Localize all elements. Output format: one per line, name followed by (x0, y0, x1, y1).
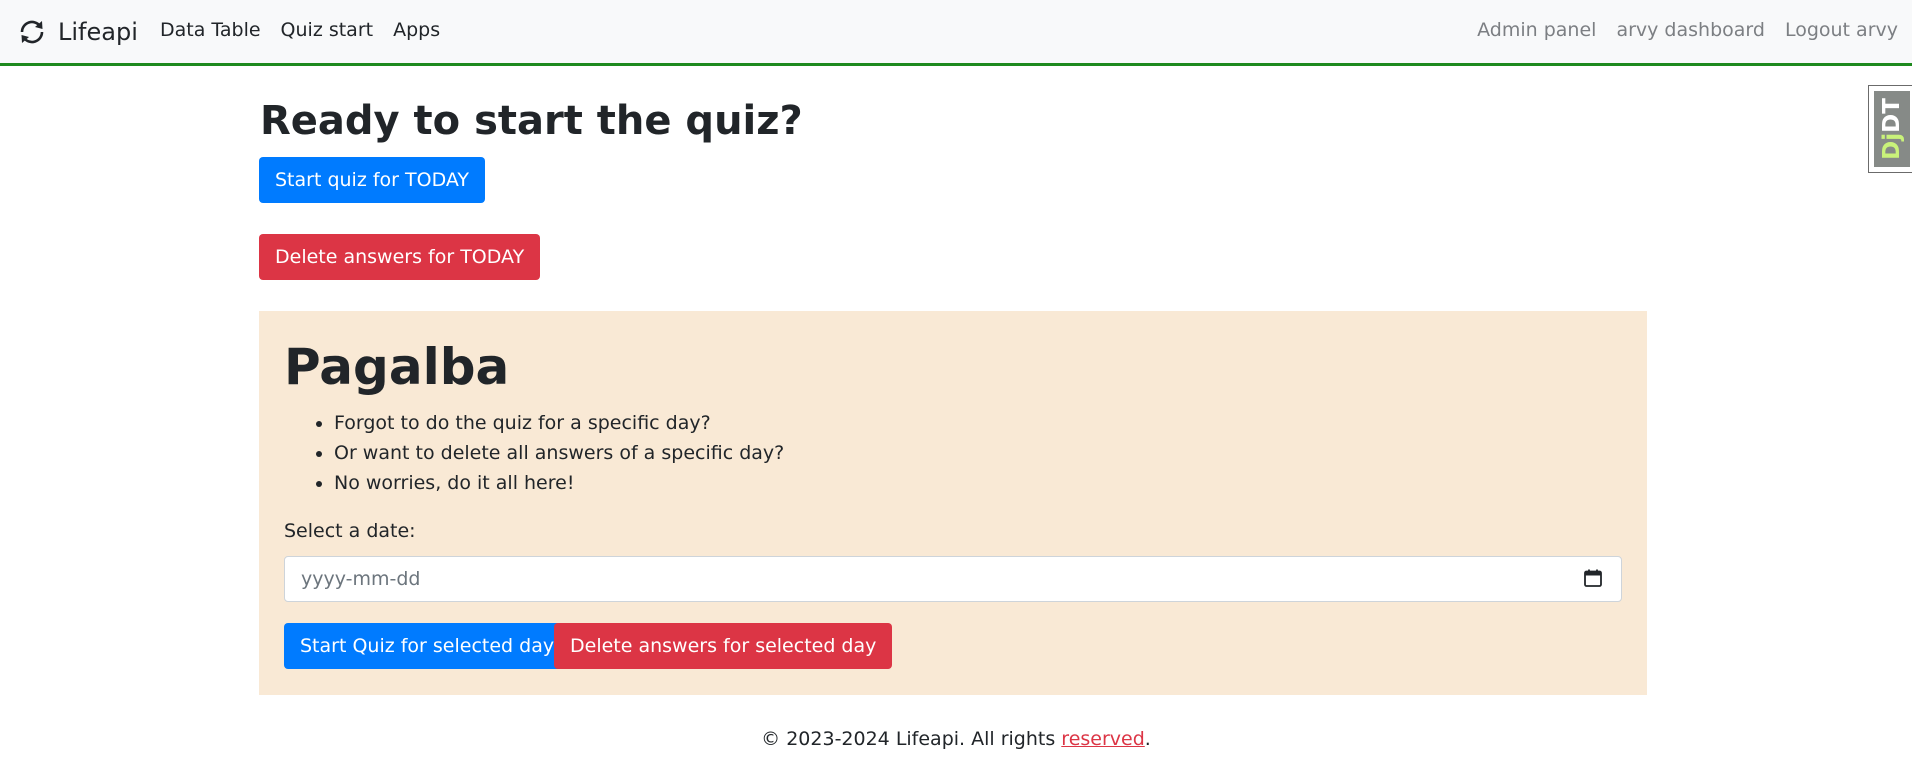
help-list: Forgot to do the quiz for a specific day… (284, 408, 784, 498)
debug-toolbar-logo: DjDT (1874, 91, 1910, 167)
start-quiz-selected-button[interactable]: Start Quiz for selected day (284, 623, 571, 669)
date-placeholder: yyyy-mm-dd (301, 568, 421, 590)
start-quiz-today-button[interactable]: Start quiz for TODAY (259, 157, 485, 203)
footer-link[interactable]: reserved (1061, 728, 1144, 750)
delete-answers-selected-button[interactable]: Delete answers for selected day (554, 623, 893, 669)
nav-apps[interactable]: Apps (393, 19, 440, 41)
nav-left: Data Table Quiz start Apps (160, 19, 440, 41)
date-input[interactable]: yyyy-mm-dd (284, 556, 1622, 602)
delete-answers-today-button[interactable]: Delete answers for TODAY (259, 234, 541, 280)
nav-data-table[interactable]: Data Table (160, 19, 261, 41)
nav-quiz-start[interactable]: Quiz start (281, 19, 374, 41)
help-panel: Pagalba Forgot to do the quiz for a spec… (259, 311, 1647, 695)
footer-text: © 2023-2024 Lifeapi. All rights (761, 728, 1062, 750)
list-item: Forgot to do the quiz for a specific day… (334, 408, 784, 438)
brand-name: Lifeapi (58, 18, 138, 46)
list-item: Or want to delete all answers of a speci… (334, 438, 784, 468)
nav-admin-panel[interactable]: Admin panel (1477, 19, 1596, 41)
brand[interactable]: Lifeapi (14, 12, 138, 52)
refresh-icon (14, 14, 50, 50)
page-title: Ready to start the quiz? (260, 98, 803, 144)
debug-toolbar-handle[interactable]: DjDT (1868, 85, 1912, 173)
date-label: Select a date: (284, 520, 416, 542)
nav-logout[interactable]: Logout arvy (1785, 19, 1898, 41)
nav-right: Admin panel arvy dashboard Logout arvy (1477, 19, 1898, 41)
footer-end: . (1144, 728, 1151, 750)
navbar: Lifeapi Data Table Quiz start Apps Admin… (0, 0, 1912, 66)
help-heading: Pagalba (284, 338, 510, 396)
nav-user-dashboard[interactable]: arvy dashboard (1616, 19, 1765, 41)
list-item: No worries, do it all here! (334, 468, 784, 498)
footer: © 2023-2024 Lifeapi. All rights reserved… (0, 728, 1912, 750)
calendar-icon[interactable] (1583, 568, 1603, 588)
debug-toolbar-text: DjDT (1879, 98, 1906, 160)
